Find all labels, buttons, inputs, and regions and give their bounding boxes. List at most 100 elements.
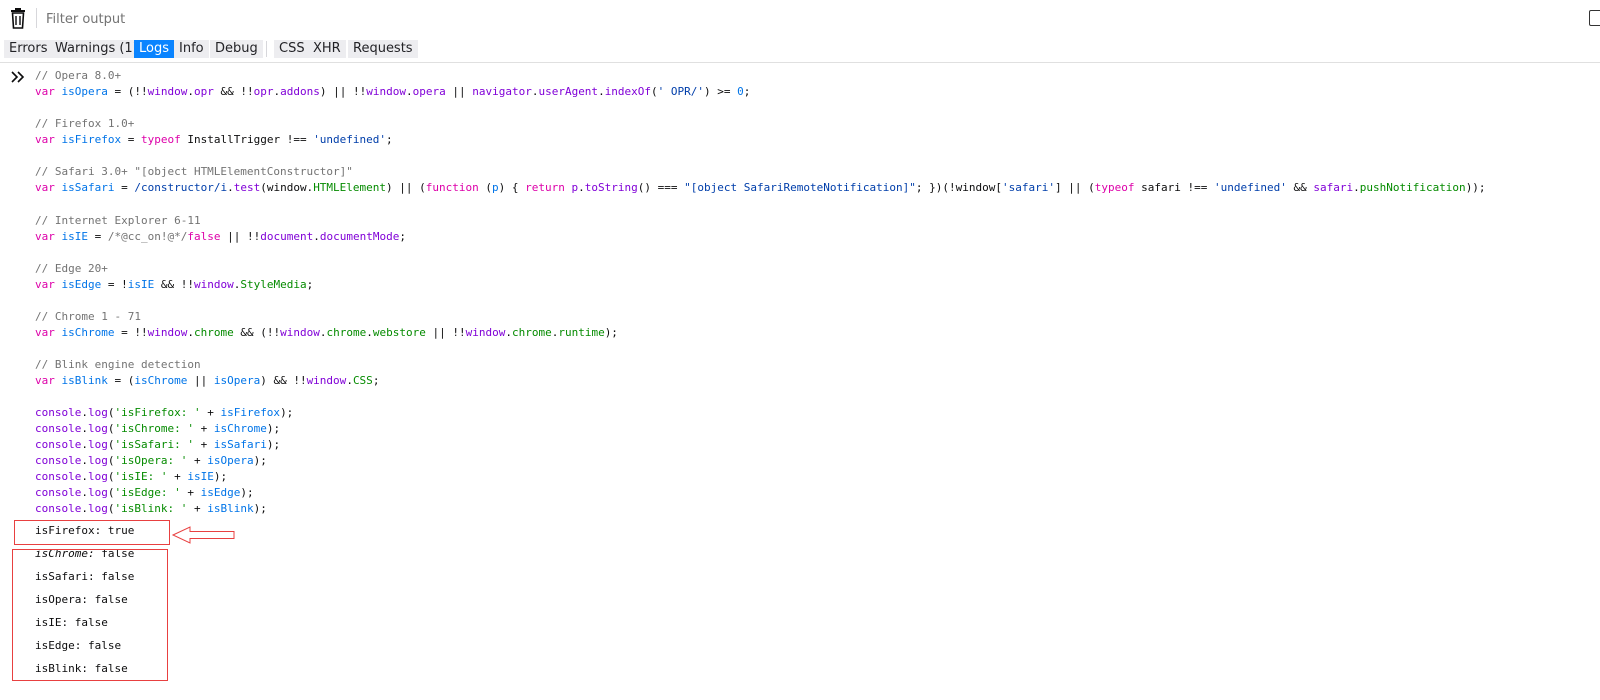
code-token: p (492, 181, 499, 195)
code-token: var (35, 325, 62, 339)
code-token: ) >= (704, 85, 738, 98)
code-token: /constructor/i (134, 181, 228, 195)
code-token: . (346, 374, 353, 388)
tab-warnings[interactable]: Warnings (1) (50, 40, 143, 58)
code-token: isOpera (61, 85, 108, 98)
code-token: isIE (61, 229, 89, 243)
code-token: /*@cc_on!@*/ (107, 229, 188, 243)
tab-errors[interactable]: Errors (4, 40, 53, 58)
code-token: = !! (114, 325, 148, 339)
code-token: console (35, 502, 82, 516)
code-token: = (!! (107, 85, 148, 98)
code-token: . (81, 438, 88, 452)
code-token: var (35, 181, 62, 195)
code-token: = ! (101, 277, 128, 291)
code-token: CSS (352, 374, 373, 388)
code-token: || (187, 374, 214, 388)
code-token: isSafari (213, 438, 267, 452)
code-token: // Chrome 1 - 71 (35, 309, 141, 323)
code-token: isChrome (213, 422, 267, 436)
code-token: addons (280, 85, 320, 98)
code-line: // Edge 20+ (35, 261, 1486, 277)
split-console-icon[interactable] (1589, 10, 1600, 26)
code-token: var (35, 229, 62, 243)
tab-info[interactable]: Info (174, 40, 209, 58)
code-token: ); (240, 486, 254, 500)
code-token: = ( (107, 374, 135, 388)
code-token: return (525, 181, 565, 195)
other-results-highlight (12, 549, 168, 681)
code-line: // Safari 3.0+ "[object HTMLElementConst… (35, 164, 1486, 180)
code-line: // Opera 8.0+ (35, 68, 1486, 84)
code-token: isIE (187, 470, 214, 484)
code-token: () === (637, 181, 685, 195)
code-token: && (1286, 181, 1314, 195)
code-token: ) || ( (386, 181, 426, 195)
tab-css[interactable]: CSS (274, 40, 310, 58)
filter-output-input[interactable] (44, 8, 948, 30)
code-token: || (445, 85, 473, 98)
code-token: . (81, 406, 88, 420)
code-token: window (366, 85, 406, 98)
code-line: console.log('isIE: ' + isIE); (35, 469, 1486, 485)
code-token: // Blink engine detection (35, 358, 201, 372)
code-token: // Firefox 1.0+ (35, 117, 135, 131)
code-token: ; (372, 374, 380, 388)
code-token: chrome (326, 325, 367, 339)
code-token: webstore (372, 325, 426, 339)
code-token: ); (280, 406, 294, 420)
code-token: . (505, 325, 512, 339)
console-output: // Opera 8.0+ var isOpera = (!!window.opr… (0, 63, 1600, 700)
code-token: isOpera (207, 454, 254, 468)
code-token: toString (584, 181, 638, 195)
code-token: isFirefox (220, 406, 281, 420)
code-token: isIE (127, 277, 155, 291)
code-token: chrome (193, 325, 234, 339)
code-token: 'isOpera: ' (114, 454, 188, 468)
code-token: console (35, 470, 82, 484)
code-token: window (465, 325, 506, 339)
code-token: || !! (220, 229, 261, 243)
code-token: window (147, 85, 188, 98)
code-token: . (81, 454, 88, 468)
code-token: . (598, 85, 605, 98)
tab-debug[interactable]: Debug (210, 40, 263, 58)
code-line: // Firefox 1.0+ (35, 116, 1486, 132)
code-token: ) { (498, 181, 526, 195)
code-line: var isOpera = (!!window.opr && !!opr.add… (35, 84, 1486, 100)
tab-xhr[interactable]: XHR (308, 40, 346, 58)
code-token: = (114, 181, 135, 195)
code-token: typeof (1094, 181, 1135, 195)
code-token: && !! (154, 277, 194, 291)
code-token: 0 (737, 85, 744, 98)
code-token: // Edge 20+ (35, 261, 108, 275)
code-line: var isIE = /*@cc_on!@*/false || !!docume… (35, 229, 1486, 245)
code-token: console (35, 486, 82, 500)
code-line: console.log('isChrome: ' + isChrome); (35, 421, 1486, 437)
code-token: ); (253, 454, 267, 468)
code-token: + (187, 454, 208, 468)
evaluated-code: // Opera 8.0+ var isOpera = (!!window.opr… (35, 68, 1486, 517)
trash-icon[interactable] (8, 8, 28, 30)
code-token: runtime (558, 325, 605, 339)
code-token: + (193, 438, 214, 452)
code-token: (window. (260, 181, 314, 195)
code-token: navigator (472, 85, 532, 98)
tab-logs[interactable]: Logs (134, 40, 174, 58)
firefox-result-highlight (14, 520, 170, 545)
code-token: . (81, 422, 88, 436)
code-token: . (313, 229, 320, 243)
code-token: // Opera 8.0+ (35, 69, 122, 82)
code-token: log (87, 486, 108, 500)
code-token: ; (743, 85, 751, 98)
tab-requests[interactable]: Requests (348, 40, 418, 58)
code-line: var isSafari = /constructor/i.test(windo… (35, 180, 1486, 196)
code-token: )); (1465, 181, 1486, 195)
code-token: + (193, 422, 214, 436)
code-token: . (81, 486, 88, 500)
code-line: // Chrome 1 - 71 (35, 309, 1486, 325)
